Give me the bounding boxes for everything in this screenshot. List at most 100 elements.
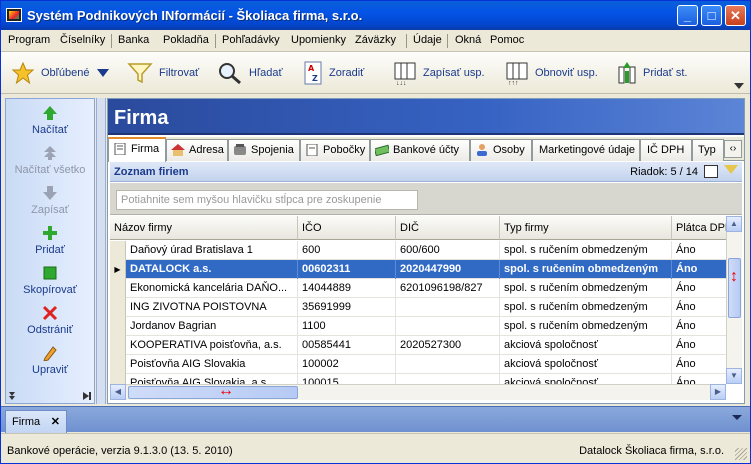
sidebar-collapse-icon[interactable]: [83, 392, 91, 400]
copy-button[interactable]: Skopírovať: [6, 265, 94, 296]
table-cell[interactable]: 1100: [298, 317, 396, 336]
current-row-indicator[interactable]: ▶: [110, 260, 126, 279]
horizontal-scrollbar[interactable]: ◀ ↔ ▶: [110, 382, 726, 400]
menu-banka[interactable]: Banka: [118, 34, 149, 46]
column-header-platca-dph[interactable]: Plátca DPH: [672, 216, 726, 240]
table-cell[interactable]: akciová spoločnosť: [500, 336, 672, 355]
chevron-down-icon[interactable]: [732, 415, 742, 420]
table-cell[interactable]: Áno: [672, 298, 726, 317]
menu-ciselniky[interactable]: Číselníky: [60, 34, 105, 46]
table-cell[interactable]: Áno: [672, 260, 726, 279]
tab-pobocky[interactable]: Pobočky: [300, 139, 370, 161]
save-button[interactable]: Zapísať: [6, 185, 94, 216]
table-cell[interactable]: 6201096198/827: [396, 279, 500, 298]
remove-button[interactable]: Odstrániť: [6, 305, 94, 336]
table-cell[interactable]: Áno: [672, 241, 726, 260]
table-cell[interactable]: Áno: [672, 336, 726, 355]
column-header-dic[interactable]: DIČ: [396, 216, 500, 240]
row-selector[interactable]: [110, 355, 126, 374]
scroll-right-button[interactable]: ▶: [710, 384, 726, 400]
table-row[interactable]: Daňový úrad Bratislava 1 600 600/600 spol. …: [110, 241, 726, 260]
table-cell[interactable]: [396, 317, 500, 336]
scroll-left-button[interactable]: ◀: [110, 384, 126, 400]
table-cell[interactable]: 35691999: [298, 298, 396, 317]
tab-adresa[interactable]: Adresa: [166, 139, 228, 161]
tab-bankove-ucty[interactable]: Bankové účty: [370, 139, 470, 161]
row-selector[interactable]: [110, 317, 126, 336]
table-cell[interactable]: spol. s ručením obmedzeným: [500, 298, 672, 317]
table-cell[interactable]: DATALOCK a.s.: [126, 260, 298, 279]
table-cell[interactable]: Poisťovňa AIG Slovakia, a.s.: [126, 374, 298, 384]
table-cell[interactable]: Jordanov Bagrian: [126, 317, 298, 336]
tab-spojenia[interactable]: Spojenia: [228, 139, 300, 161]
close-button[interactable]: ✕: [725, 5, 746, 26]
menu-okna[interactable]: Okná: [455, 34, 481, 46]
tab-typ[interactable]: Typ: [692, 139, 724, 161]
table-cell[interactable]: Áno: [672, 355, 726, 374]
table-cell[interactable]: 600/600: [396, 241, 500, 260]
calculator-icon[interactable]: [704, 165, 718, 178]
vertical-scroll-thumb[interactable]: [728, 258, 741, 318]
table-cell[interactable]: 600: [298, 241, 396, 260]
sidebar-splitter[interactable]: [96, 98, 106, 404]
table-cell[interactable]: 00602311: [298, 260, 396, 279]
column-header-typ[interactable]: Typ firmy: [500, 216, 672, 240]
scroll-down-button[interactable]: ▼: [726, 368, 742, 384]
sort-button[interactable]: AZ Zoradiť: [303, 61, 364, 85]
vertical-scrollbar[interactable]: ▲ ▼ ↕: [726, 216, 742, 384]
menu-pokladna[interactable]: Pokladňa: [163, 34, 209, 46]
load-button[interactable]: Načítať: [6, 105, 94, 136]
title-bar[interactable]: Systém Podnikových INformácií - Školiaca…: [1, 1, 750, 30]
table-cell[interactable]: Poisťovňa AIG Slovakia: [126, 355, 298, 374]
menu-udaje[interactable]: Údaje: [413, 34, 442, 46]
table-cell[interactable]: Áno: [672, 279, 726, 298]
favorites-button[interactable]: Obľúbené: [11, 61, 110, 85]
table-row[interactable]: Poisťovňa AIG Slovakia, a.s. 100015 akciov…: [110, 374, 726, 384]
column-header-nazov[interactable]: Názov firmy: [110, 216, 298, 240]
table-row[interactable]: ▶ DATALOCK a.s. 00602311 2020447990 spol. s …: [110, 260, 726, 279]
table-cell[interactable]: Daňový úrad Bratislava 1: [126, 241, 298, 260]
dropdown-arrow-icon[interactable]: [97, 68, 110, 78]
close-icon[interactable]: ✕: [51, 415, 60, 428]
tab-marketingove-udaje[interactable]: Marketingové údaje: [532, 139, 640, 161]
row-selector[interactable]: [110, 336, 126, 355]
table-cell[interactable]: 2020527300: [396, 336, 500, 355]
table-cell[interactable]: Áno: [672, 317, 726, 336]
table-cell[interactable]: ING ZIVOTNA POISTOVNA: [126, 298, 298, 317]
column-header-ico[interactable]: IČO: [298, 216, 396, 240]
tab-ic-dph[interactable]: IČ DPH: [640, 139, 692, 161]
table-cell[interactable]: KOOPERATIVA poisťovňa, a.s.: [126, 336, 298, 355]
write-layout-button[interactable]: ↓↓↓ Zapísať usp.: [393, 61, 485, 85]
row-selector[interactable]: [110, 298, 126, 317]
table-row[interactable]: Jordanov Bagrian 1100 spol. s ručením obme…: [110, 317, 726, 336]
filter-button[interactable]: Filtrovať: [127, 61, 199, 85]
table-cell[interactable]: 100015: [298, 374, 396, 384]
table-cell[interactable]: 14044889: [298, 279, 396, 298]
load-all-button[interactable]: Načítať všetko: [6, 145, 94, 176]
table-cell[interactable]: 00585441: [298, 336, 396, 355]
row-selector[interactable]: [110, 241, 126, 260]
horizontal-scroll-thumb[interactable]: [128, 386, 298, 399]
table-cell[interactable]: spol. s ručením obmedzeným: [500, 241, 672, 260]
maximize-button[interactable]: □: [701, 5, 722, 26]
add-button[interactable]: Pridať: [6, 225, 94, 256]
sidebar-scroll-icon[interactable]: [9, 392, 15, 400]
resize-grip-icon[interactable]: [735, 448, 747, 460]
menu-pohladavky[interactable]: Pohľadávky: [222, 34, 280, 46]
table-cell[interactable]: [396, 355, 500, 374]
table-row[interactable]: Ekonomická kancelária DAŇO... 14044889 620…: [110, 279, 726, 298]
table-cell[interactable]: akciová spoločnosť: [500, 374, 672, 384]
table-cell[interactable]: [396, 374, 500, 384]
add-column-button[interactable]: Pridať st.: [617, 61, 687, 85]
edit-button[interactable]: Upraviť: [6, 345, 94, 376]
menu-pomoc[interactable]: Pomoc: [490, 34, 524, 46]
search-button[interactable]: Hľadať: [217, 61, 283, 85]
row-selector[interactable]: [110, 279, 126, 298]
tab-osoby[interactable]: Osoby: [470, 139, 532, 161]
table-row[interactable]: Poisťovňa AIG Slovakia 100002 akciová spol…: [110, 355, 726, 374]
table-cell[interactable]: akciová spoločnosť: [500, 355, 672, 374]
filter-icon[interactable]: [724, 165, 738, 174]
table-cell[interactable]: 100002: [298, 355, 396, 374]
tab-scroll-buttons[interactable]: ‹›: [724, 140, 742, 158]
table-cell[interactable]: spol. s ručením obmedzeným: [500, 279, 672, 298]
